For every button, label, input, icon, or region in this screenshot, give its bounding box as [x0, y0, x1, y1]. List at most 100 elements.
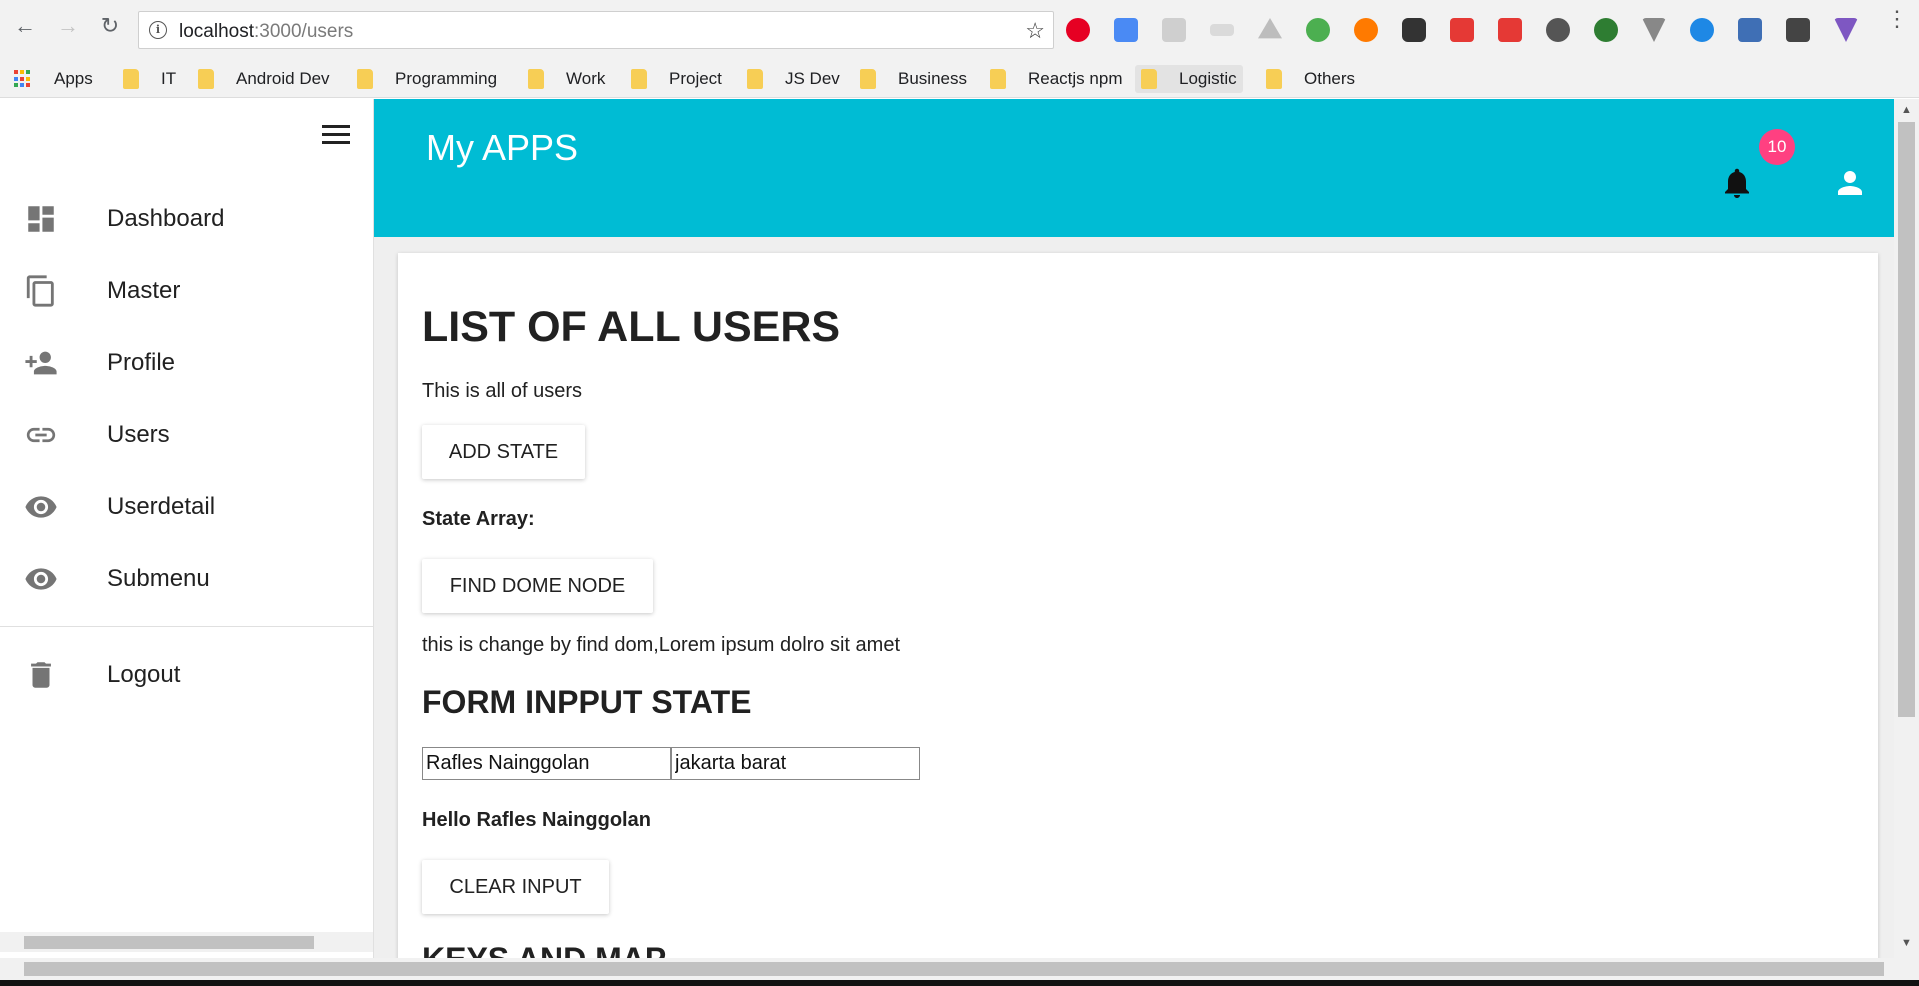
- bookmark-folder[interactable]: JS Dev: [741, 65, 846, 93]
- sidebar-item-label: Users: [107, 421, 170, 448]
- hello-text: Hello Rafles Nainggolan: [422, 809, 651, 831]
- content-card: LIST OF ALL USERS This is all of users A…: [398, 253, 1878, 986]
- sidebar-item-submenu[interactable]: Submenu: [0, 543, 373, 615]
- extension-icon[interactable]: [1354, 18, 1378, 42]
- city-input[interactable]: [671, 747, 920, 780]
- sidebar-item-userdetail[interactable]: Userdetail: [0, 471, 373, 543]
- eye-icon: [25, 568, 57, 590]
- sidebar-item-profile[interactable]: Profile: [0, 327, 373, 399]
- extension-icon[interactable]: [1834, 18, 1858, 42]
- extension-icon[interactable]: [1642, 18, 1666, 42]
- sidebar-item-logout[interactable]: Logout: [0, 639, 373, 711]
- person-add-icon: [25, 351, 57, 375]
- extension-icon[interactable]: [1162, 18, 1186, 42]
- folder-icon: [1141, 69, 1157, 89]
- bookmark-folder[interactable]: Android Dev: [192, 65, 336, 93]
- sidebar-item-dashboard[interactable]: Dashboard: [0, 183, 373, 255]
- state-array-label: State Array:: [422, 508, 535, 530]
- sidebar-item-label: Userdetail: [107, 493, 216, 520]
- bookmark-apps[interactable]: Apps: [8, 65, 99, 93]
- sidebar-item-label: Master: [107, 277, 181, 304]
- form-inputs: [422, 747, 920, 780]
- dashboard-icon: [28, 206, 54, 232]
- logout-label: Logout: [107, 661, 181, 688]
- name-input[interactable]: [422, 747, 671, 780]
- scrollbar-thumb[interactable]: [24, 936, 314, 949]
- page-subtitle: This is all of users: [422, 380, 583, 402]
- folder-icon: [357, 69, 373, 89]
- scroll-down-arrow-icon[interactable]: ▼: [1901, 937, 1912, 949]
- back-icon[interactable]: ←: [12, 13, 38, 39]
- folder-icon: [631, 69, 647, 89]
- bookmark-folder[interactable]: IT: [117, 65, 182, 93]
- sidebar: Dashboard Master Profile Users Userdetai…: [0, 99, 374, 958]
- bottom-edge: [0, 980, 1919, 986]
- apps-grid-icon: [14, 70, 32, 88]
- extension-icon[interactable]: [1594, 18, 1618, 42]
- find-dom-node-button[interactable]: FIND DOME NODE: [422, 559, 653, 613]
- folder-icon: [747, 69, 763, 89]
- bookmarks-bar: Apps IT Android Dev Programming Work Pro…: [0, 60, 1919, 98]
- page-title: LIST OF ALL USERS: [422, 303, 841, 351]
- extension-icon[interactable]: [1690, 18, 1714, 42]
- reload-icon[interactable]: ↻: [97, 13, 123, 39]
- address-bar[interactable]: i localhost:3000/users ☆: [138, 11, 1054, 49]
- extension-icon[interactable]: [1210, 24, 1234, 36]
- trash-icon: [31, 662, 51, 688]
- pinterest-extension-icon[interactable]: [1066, 18, 1090, 42]
- bookmark-folder[interactable]: Reactjs npm: [984, 65, 1128, 93]
- forward-icon[interactable]: →: [55, 13, 81, 39]
- folder-icon: [860, 69, 876, 89]
- extension-icon[interactable]: [1498, 18, 1522, 42]
- drive-extension-icon[interactable]: [1258, 18, 1282, 39]
- scroll-up-arrow-icon[interactable]: ▲: [1901, 104, 1912, 116]
- info-icon[interactable]: i: [149, 21, 167, 39]
- notifications-bell-icon[interactable]: [1719, 163, 1755, 203]
- vertical-scrollbar[interactable]: ▲ ▼: [1894, 99, 1919, 958]
- clear-input-button[interactable]: CLEAR INPUT: [422, 860, 609, 914]
- bookmark-folder[interactable]: Others: [1260, 65, 1361, 93]
- sidebar-divider: [0, 626, 373, 627]
- extension-icon[interactable]: [1402, 18, 1426, 42]
- account-icon[interactable]: [1832, 165, 1868, 201]
- horizontal-scrollbar[interactable]: [0, 958, 1919, 980]
- browser-toolbar: ← → ↻ i localhost:3000/users ☆ ⋮: [0, 0, 1919, 60]
- folder-icon: [990, 69, 1006, 89]
- url-text: localhost:3000/users: [179, 21, 354, 42]
- bookmark-star-icon[interactable]: ☆: [1025, 18, 1045, 44]
- folder-icon: [123, 69, 139, 89]
- extension-icon[interactable]: [1546, 18, 1570, 42]
- find-dom-text: this is change by find dom,Lorem ipsum d…: [422, 634, 900, 656]
- folder-icon: [1266, 69, 1282, 89]
- extension-icon[interactable]: [1738, 18, 1762, 42]
- scrollbar-thumb[interactable]: [24, 962, 1884, 976]
- add-state-button[interactable]: ADD STATE: [422, 425, 585, 479]
- translate-extension-icon[interactable]: [1114, 18, 1138, 42]
- bookmark-folder[interactable]: Business: [854, 65, 973, 93]
- folder-icon: [198, 69, 214, 89]
- sidebar-horizontal-scrollbar[interactable]: [0, 932, 373, 952]
- bookmark-folder[interactable]: Programming: [351, 65, 503, 93]
- bookmark-folder[interactable]: Work: [522, 65, 611, 93]
- app-bar: My APPS 10: [374, 99, 1894, 237]
- sidebar-item-label: Dashboard: [107, 205, 225, 232]
- more-menu-icon[interactable]: ⋮: [1886, 8, 1908, 30]
- bookmark-folder[interactable]: Logistic: [1135, 65, 1243, 93]
- link-icon: [26, 427, 56, 443]
- app-viewport: Dashboard Master Profile Users Userdetai…: [0, 99, 1919, 986]
- extension-icon[interactable]: [1306, 18, 1330, 42]
- notification-badge: 10: [1759, 129, 1795, 165]
- scrollbar-thumb[interactable]: [1898, 122, 1915, 717]
- hamburger-menu-icon[interactable]: [322, 125, 352, 147]
- sidebar-item-users[interactable]: Users: [0, 399, 373, 471]
- sidebar-item-label: Submenu: [107, 565, 210, 592]
- eye-icon: [25, 496, 57, 518]
- form-heading: FORM INPPUT STATE: [422, 684, 752, 720]
- sidebar-item-label: Profile: [107, 349, 176, 376]
- bookmark-folder[interactable]: Project: [625, 65, 728, 93]
- copy-icon: [26, 275, 54, 307]
- folder-icon: [528, 69, 544, 89]
- extension-icon[interactable]: [1450, 18, 1474, 42]
- sidebar-item-master[interactable]: Master: [0, 255, 373, 327]
- extension-icon[interactable]: [1786, 18, 1810, 42]
